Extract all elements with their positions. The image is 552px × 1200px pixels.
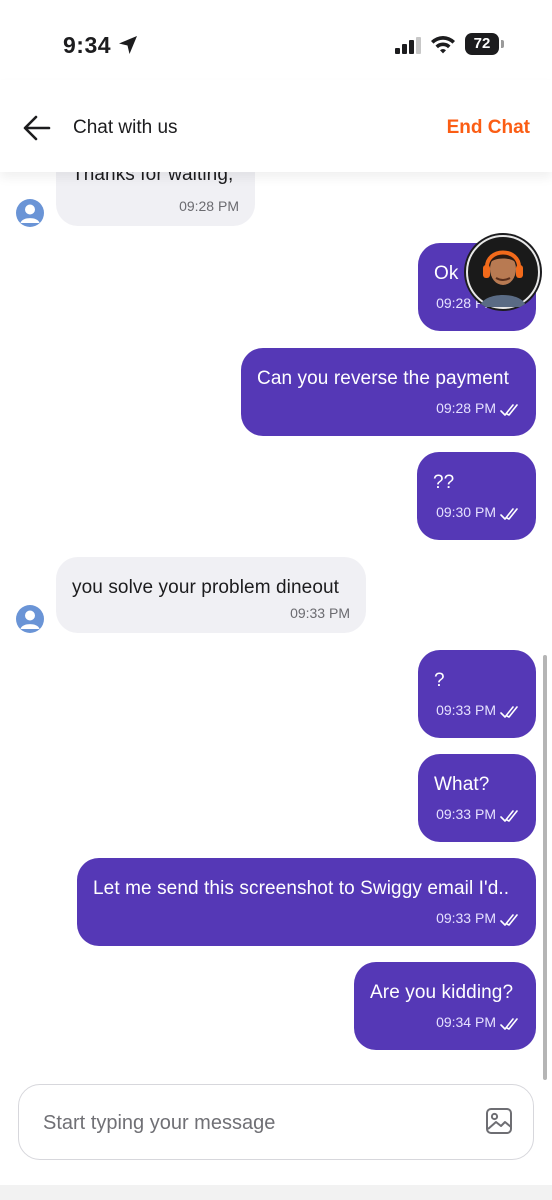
message-bubble-outgoing: What? 09:33 PM bbox=[418, 754, 536, 842]
wifi-icon bbox=[431, 36, 455, 54]
message-bubble-incoming: Thanks for waiting, 09:28 PM bbox=[56, 172, 255, 226]
message-text: Can you reverse the payment bbox=[257, 368, 509, 389]
message-text: you solve your problem dineout bbox=[72, 577, 340, 598]
double-check-icon bbox=[500, 404, 518, 416]
message-text: What? bbox=[434, 774, 490, 795]
status-bar: 9:34 72 bbox=[0, 0, 552, 80]
message-time: 09:33 PM bbox=[436, 806, 496, 822]
message-time: 09:28 PM bbox=[436, 400, 496, 416]
message-input[interactable] bbox=[41, 1105, 465, 1141]
double-check-icon bbox=[500, 914, 518, 926]
end-chat-button[interactable]: End Chat bbox=[447, 117, 530, 139]
agent-avatar-icon[interactable] bbox=[464, 233, 542, 311]
home-indicator-area bbox=[0, 1185, 552, 1200]
double-check-icon bbox=[500, 706, 518, 718]
page-title: Chat with us bbox=[73, 117, 178, 138]
message-time: 09:33 PM bbox=[290, 605, 350, 621]
location-arrow-icon bbox=[119, 36, 137, 54]
message-text: ?? bbox=[433, 472, 455, 493]
battery-level: 72 bbox=[465, 33, 499, 55]
message-bubble-outgoing: Let me send this screenshot to Swiggy em… bbox=[77, 858, 536, 946]
message-bubble-outgoing: Are you kidding? 09:34 PM bbox=[354, 962, 536, 1050]
message-time: 09:28 PM bbox=[179, 198, 239, 214]
double-check-icon bbox=[500, 508, 518, 520]
double-check-icon bbox=[500, 1018, 518, 1030]
message-text: Are you kidding? bbox=[370, 982, 514, 1003]
battery-icon: 72 bbox=[465, 33, 505, 55]
message-text: Ok bbox=[434, 263, 459, 284]
message-text: ? bbox=[434, 670, 445, 691]
message-bubble-outgoing: ? 09:33 PM bbox=[418, 650, 536, 738]
user-avatar-icon bbox=[16, 605, 44, 633]
back-arrow-icon[interactable] bbox=[22, 114, 52, 142]
image-attach-icon[interactable] bbox=[485, 1107, 513, 1135]
message-time: 09:33 PM bbox=[436, 910, 496, 926]
message-text: Let me send this screenshot to Swiggy em… bbox=[93, 878, 510, 899]
message-bubble-outgoing: Can you reverse the payment 09:28 PM bbox=[241, 348, 536, 436]
message-time: 09:33 PM bbox=[436, 702, 496, 718]
message-bubble-incoming: you solve your problem dineout 09:33 PM bbox=[56, 557, 366, 633]
message-time: 09:30 PM bbox=[436, 504, 496, 520]
chat-header: Chat with us End Chat bbox=[0, 80, 552, 172]
signal-icon bbox=[395, 37, 421, 54]
double-check-icon bbox=[500, 810, 518, 822]
status-time: 9:34 bbox=[63, 32, 112, 58]
user-avatar-icon bbox=[16, 199, 44, 227]
message-bubble-outgoing: ?? 09:30 PM bbox=[417, 452, 536, 540]
chat-messages[interactable]: Thanks for waiting, 09:28 PM Ok 09:28 PM… bbox=[0, 172, 552, 1070]
message-composer bbox=[18, 1084, 534, 1160]
message-time: 09:34 PM bbox=[436, 1014, 496, 1030]
message-text: Thanks for waiting, bbox=[72, 172, 234, 185]
scrollbar[interactable] bbox=[543, 655, 547, 1080]
